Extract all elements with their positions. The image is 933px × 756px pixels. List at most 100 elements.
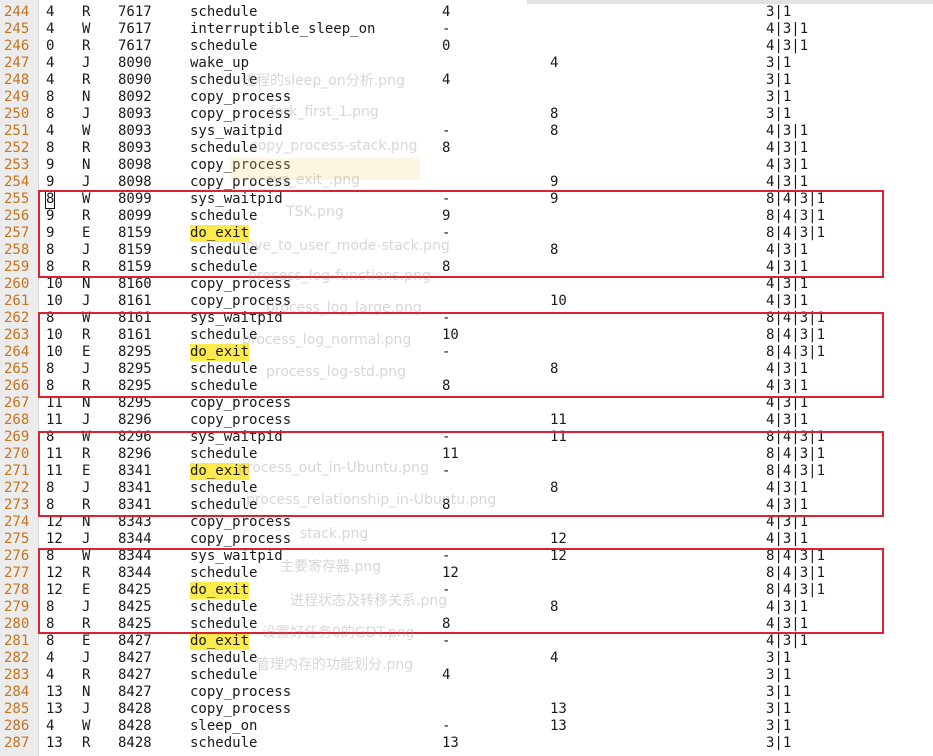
stack-cell: 3|1 [766, 718, 792, 734]
stack-cell: 3|1 [766, 667, 792, 683]
time-cell: 8093 [118, 123, 152, 139]
pid-cell: 4 [46, 4, 55, 20]
log-line[interactable]: 253 9 N 8098 copy_process 4|3|1 [0, 157, 933, 174]
line-number: 282 [4, 650, 30, 666]
line-number: 245 [4, 21, 30, 37]
line-number: 277 [4, 565, 30, 581]
function-cell: wake_up [190, 55, 250, 71]
function-cell: copy_process [190, 106, 292, 122]
function-cell: copy_process [190, 412, 292, 428]
pid-cell: 8 [46, 89, 55, 105]
line-number: 253 [4, 157, 30, 173]
state-cell: J [82, 531, 91, 547]
pid-cell: 10 [46, 276, 63, 292]
line-number: 279 [4, 599, 30, 615]
log-line[interactable]: 287 13 R 8428 schedule 13 3|1 [0, 735, 933, 752]
log-line[interactable]: 260 10 N 8160 copy_process 4|3|1 [0, 276, 933, 293]
time-cell: 8093 [118, 106, 152, 122]
line-number: 271 [4, 463, 30, 479]
log-line[interactable]: 250 8 J 8093 copy_process 8 3|1 [0, 106, 933, 123]
pid-cell: 8 [46, 140, 55, 156]
function-cell: schedule [190, 667, 258, 683]
log-line[interactable]: 254 9 J 8098 copy_process 9 4|3|1 [0, 174, 933, 191]
log-line[interactable]: 244 4 R 7617 schedule 4 3|1 [0, 4, 933, 21]
time-cell: 8428 [118, 735, 152, 751]
log-line[interactable]: 246 0 R 7617 schedule 0 4|3|1 [0, 38, 933, 55]
pid-cell: 13 [46, 735, 63, 751]
line-number: 264 [4, 344, 30, 360]
pid-cell: 4 [46, 650, 55, 666]
value-b-cell: 8 [550, 123, 559, 139]
text-editor[interactable]: 244 4 R 7617 schedule 4 3|1 245 4 W 7617 interrupti… [0, 0, 933, 756]
pid-cell: 4 [46, 72, 55, 88]
time-cell: 8427 [118, 650, 152, 666]
line-number: 285 [4, 701, 30, 717]
value-b-cell: 9 [550, 174, 559, 190]
line-number: 263 [4, 327, 30, 343]
stack-cell: 4|3|1 [766, 38, 809, 54]
pid-cell: 4 [46, 667, 55, 683]
stack-cell: 4|3|1 [766, 21, 809, 37]
value-b-cell: 11 [550, 412, 567, 428]
state-cell: J [82, 293, 91, 309]
value-a-cell: 4 [442, 72, 451, 88]
time-cell: 7617 [118, 38, 152, 54]
line-number: 276 [4, 548, 30, 564]
log-line[interactable]: 285 13 J 8428 copy_process 13 3|1 [0, 701, 933, 718]
log-line[interactable]: 248 4 R 8090 schedule 4 3|1 [0, 72, 933, 89]
log-line[interactable]: 275 12 J 8344 copy_process 12 4|3|1 [0, 531, 933, 548]
line-number: 247 [4, 55, 30, 71]
pid-cell: 10 [46, 293, 63, 309]
line-number: 259 [4, 259, 30, 275]
function-cell: sys_waitpid [190, 123, 283, 139]
log-line[interactable]: 261 10 J 8161 copy_process 10 4|3|1 [0, 293, 933, 310]
function-cell: copy_process [190, 157, 292, 173]
time-cell: 7617 [118, 4, 152, 20]
log-line[interactable]: 284 13 N 8427 copy_process 3|1 [0, 684, 933, 701]
pid-cell: 4 [46, 21, 55, 37]
state-cell: R [82, 38, 91, 54]
function-cell: copy_process [190, 174, 292, 190]
log-line[interactable]: 249 8 N 8092 copy_process 3|1 [0, 89, 933, 106]
value-b-cell: 13 [550, 701, 567, 717]
log-line[interactable]: 283 4 R 8427 schedule 4 3|1 [0, 667, 933, 684]
annotation-box-1 [38, 190, 884, 278]
time-cell: 8428 [118, 718, 152, 734]
value-b-cell: 12 [550, 531, 567, 547]
state-cell: W [82, 718, 91, 734]
line-number: 272 [4, 480, 30, 496]
log-line[interactable]: 252 8 R 8093 schedule 8 4|3|1 [0, 140, 933, 157]
function-cell: copy_process [190, 531, 292, 547]
stack-cell: 3|1 [766, 72, 792, 88]
value-a-cell: 13 [442, 735, 459, 751]
line-number: 255 [4, 191, 30, 207]
state-cell: J [82, 412, 91, 428]
line-number: 248 [4, 72, 30, 88]
line-number: 254 [4, 174, 30, 190]
time-cell: 8098 [118, 157, 152, 173]
state-cell: N [82, 157, 91, 173]
value-a-cell: - [442, 123, 451, 139]
stack-cell: 4|3|1 [766, 633, 809, 649]
log-line[interactable]: 286 4 W 8428 sleep_on - 13 3|1 [0, 718, 933, 735]
log-line[interactable]: 247 4 J 8090 wake_up 4 3|1 [0, 55, 933, 72]
log-line[interactable]: 281 8 E 8427 do_exit - 4|3|1 [0, 633, 933, 650]
log-line[interactable]: 268 11 J 8296 copy_process 11 4|3|1 [0, 412, 933, 429]
line-number: 275 [4, 531, 30, 547]
time-cell: 8090 [118, 72, 152, 88]
function-cell: schedule [190, 4, 258, 20]
time-cell: 8160 [118, 276, 152, 292]
line-number: 286 [4, 718, 30, 734]
time-cell: 8090 [118, 55, 152, 71]
line-number: 258 [4, 242, 30, 258]
log-line[interactable]: 245 4 W 7617 interruptible_sleep_on - 4|3|1 [0, 21, 933, 38]
line-number: 269 [4, 429, 30, 445]
time-cell: 8092 [118, 89, 152, 105]
value-b-cell: 4 [550, 55, 559, 71]
line-number: 265 [4, 361, 30, 377]
pid-cell: 0 [46, 38, 55, 54]
log-line[interactable]: 282 4 J 8427 schedule 4 3|1 [0, 650, 933, 667]
log-line[interactable]: 251 4 W 8093 sys_waitpid - 8 4|3|1 [0, 123, 933, 140]
line-number: 250 [4, 106, 30, 122]
line-number: 262 [4, 310, 30, 326]
